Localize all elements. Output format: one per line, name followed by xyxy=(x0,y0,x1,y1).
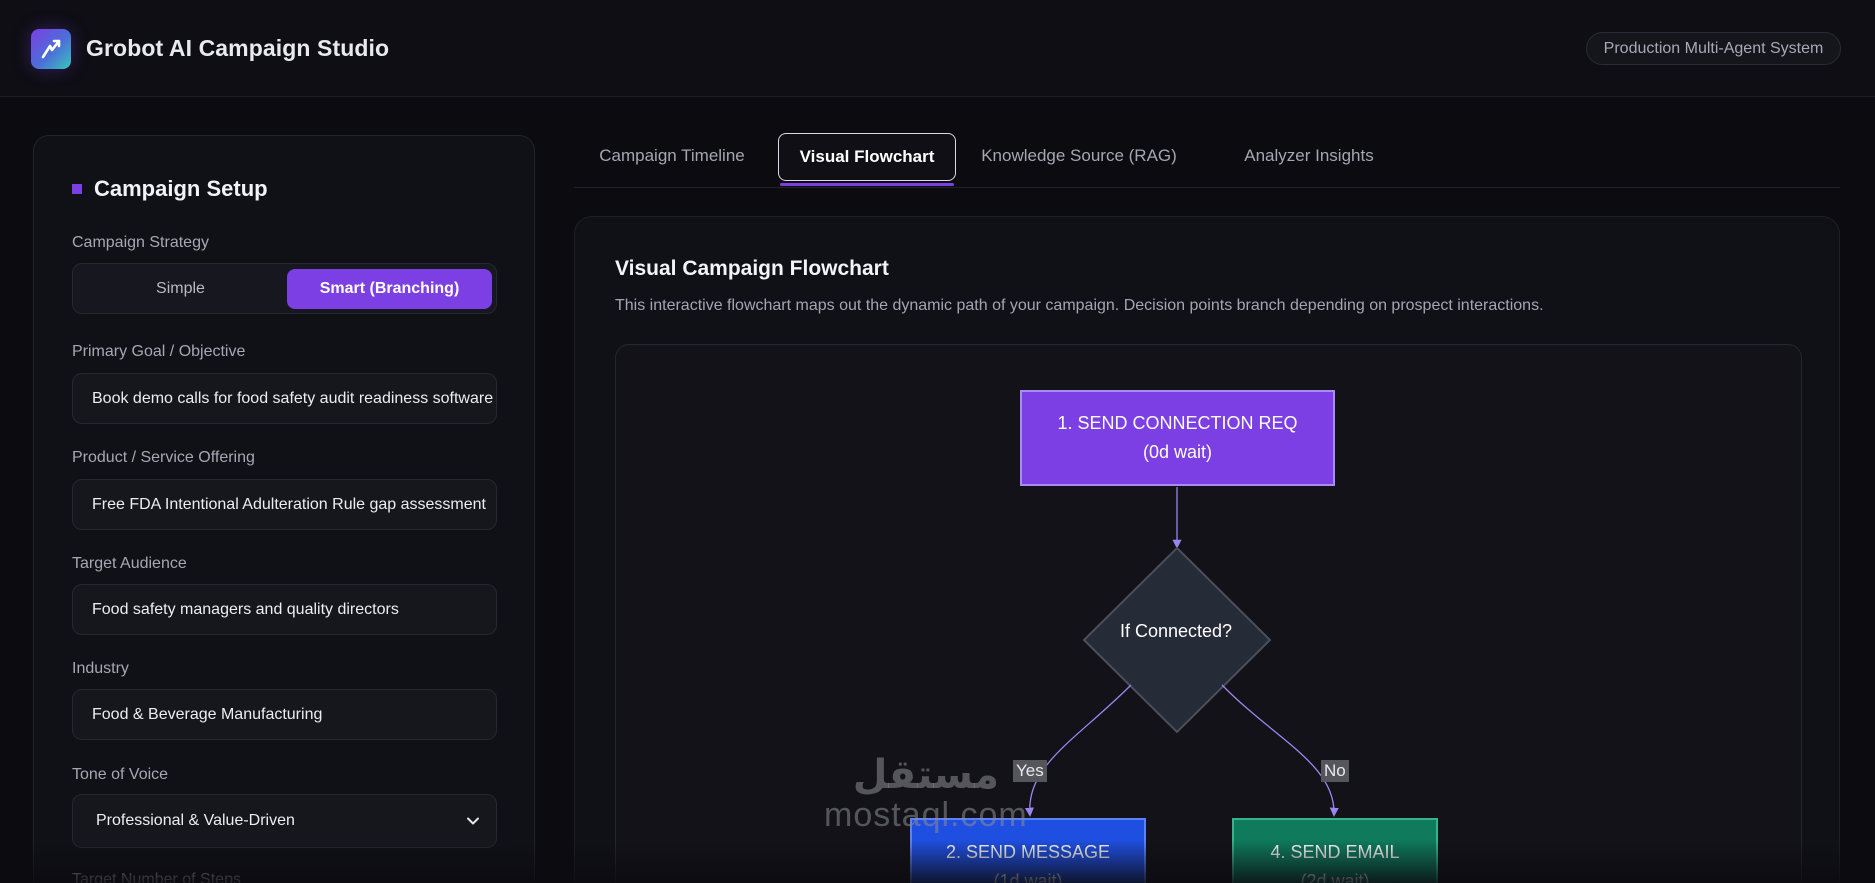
tab-analyzer-insights[interactable]: Analyzer Insights xyxy=(1214,132,1404,180)
offering-label: Product / Service Offering xyxy=(72,449,255,466)
audience-label: Target Audience xyxy=(72,555,187,572)
audience-input[interactable]: Food safety managers and quality directo… xyxy=(72,584,497,635)
offering-input[interactable]: Free FDA Intentional Adulteration Rule g… xyxy=(72,479,497,530)
app-header: Grobot AI Campaign Studio Production Mul… xyxy=(0,0,1875,97)
square-bullet-icon xyxy=(72,184,82,194)
node-step1-wait: (0d wait) xyxy=(1142,442,1213,462)
decision-node-label: If Connected? xyxy=(1119,621,1233,641)
active-tab-indicator xyxy=(780,183,954,186)
campaign-setup-title: Campaign Setup xyxy=(72,176,268,202)
flowchart-title: Visual Campaign Flowchart xyxy=(615,257,889,280)
app-title: Grobot AI Campaign Studio xyxy=(86,35,390,61)
chevron-down-icon xyxy=(467,817,479,825)
flowchart-card: Visual Campaign Flowchart This interacti… xyxy=(574,216,1840,883)
flow-node-send-email[interactable]: 4. SEND EMAIL (2d wait) xyxy=(1232,818,1438,883)
flowchart-canvas[interactable]: 1. SEND CONNECTION REQUEST (0d wait) If … xyxy=(615,344,1802,883)
goal-label: Primary Goal / Objective xyxy=(72,343,246,360)
strategy-toggle: Simple Smart (Branching) xyxy=(72,263,497,314)
campaign-setup-heading: Campaign Setup xyxy=(94,176,268,201)
steps-label: Target Number of Steps xyxy=(72,871,241,883)
tone-select-value: Professional & Value-Driven xyxy=(96,812,295,829)
watermark: مستقل mostaql.com xyxy=(824,755,1028,835)
flow-node-send-connection[interactable]: 1. SEND CONNECTION REQUEST (0d wait) xyxy=(1020,390,1335,486)
tab-visual-flowchart[interactable]: Visual Flowchart xyxy=(778,133,956,181)
node-step1-title: 1. SEND CONNECTION REQUEST xyxy=(1057,413,1298,433)
node-step4-title: 4. SEND EMAIL xyxy=(1270,842,1400,862)
edge-decision-yes xyxy=(1024,684,1132,817)
watermark-latin: mostaql.com xyxy=(824,796,1028,834)
tone-select[interactable]: Professional & Value-Driven xyxy=(72,794,497,848)
campaign-setup-panel: Campaign Setup Campaign Strategy Simple … xyxy=(33,135,535,883)
industry-input[interactable]: Food & Beverage Manufacturing xyxy=(72,689,497,740)
tab-knowledge-source[interactable]: Knowledge Source (RAG) xyxy=(967,132,1191,180)
edge-label-no: No xyxy=(1321,760,1349,782)
goal-input[interactable]: Book demo calls for food safety audit re… xyxy=(72,373,497,424)
node-step2-title: 2. SEND MESSAGE xyxy=(945,842,1111,862)
strategy-label: Campaign Strategy xyxy=(72,234,209,251)
strategy-simple-button[interactable]: Simple xyxy=(78,269,283,309)
view-tabs: Campaign Timeline Visual Flowchart Knowl… xyxy=(574,132,1840,188)
lightning-bolt-icon xyxy=(31,29,71,69)
watermark-arabic: مستقل xyxy=(852,753,1000,797)
industry-label: Industry xyxy=(72,660,129,677)
tab-campaign-timeline[interactable]: Campaign Timeline xyxy=(574,132,770,180)
strategy-smart-button[interactable]: Smart (Branching) xyxy=(287,269,492,309)
node-step2-wait: (1d wait) xyxy=(993,871,1063,883)
node-step4-wait: (2d wait) xyxy=(1300,871,1370,883)
edge-decision-no xyxy=(1221,684,1339,817)
system-badge: Production Multi-Agent System xyxy=(1586,32,1841,65)
tone-label: Tone of Voice xyxy=(72,766,169,783)
flowchart-description: This interactive flowchart maps out the … xyxy=(615,297,1544,314)
